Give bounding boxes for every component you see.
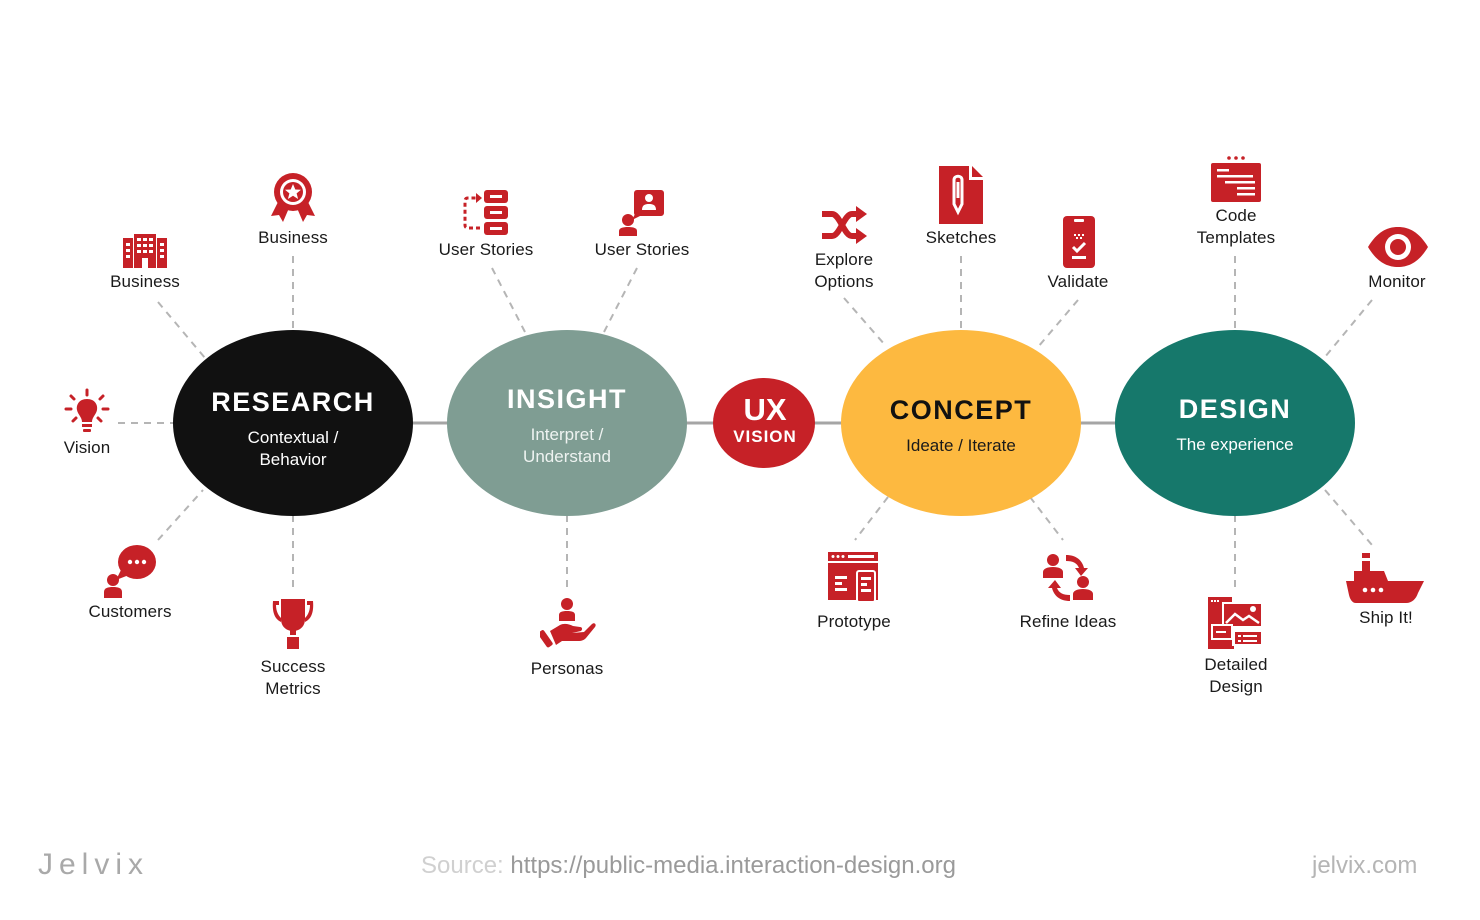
ux-title: UX <box>743 392 787 427</box>
research-title: RESEARCH <box>211 387 375 417</box>
award-ribbon-icon <box>271 173 315 222</box>
layout-image-icon <box>1208 597 1263 649</box>
insight-title: INSIGHT <box>506 384 628 414</box>
node-label: Success Metrics <box>260 657 326 698</box>
users-cycle-icon <box>1043 554 1093 601</box>
jelvix-logo: Jelvix <box>38 848 150 881</box>
spoke-design-ship <box>1324 489 1373 546</box>
connector-layer <box>118 256 1373 592</box>
node-label: User Stories <box>438 240 534 259</box>
node-label: Personas <box>530 659 604 678</box>
hand-user-icon <box>540 598 596 648</box>
browser-layout-icon <box>828 552 878 602</box>
node-label: Sketches <box>925 228 997 247</box>
spoke-concept-explore <box>843 297 886 346</box>
node-label: Vision <box>63 438 111 457</box>
node-label: Ship It! <box>1359 608 1413 627</box>
code-window-icon <box>1211 156 1261 202</box>
source-url[interactable]: https://public-media.interaction-design.… <box>510 852 956 879</box>
node-label: Business <box>258 228 328 247</box>
spoke-concept-refine <box>1029 496 1064 541</box>
spoke-research-business-left <box>157 301 206 359</box>
spoke-research-customers <box>157 489 204 541</box>
building-icon <box>123 234 167 268</box>
source-line: Source: https://public-media.interaction… <box>421 852 956 880</box>
node-label: Customers <box>88 602 172 621</box>
node-label: Code Templates <box>1196 206 1276 247</box>
eye-icon <box>1368 227 1428 267</box>
node-label: User Stories <box>594 240 690 259</box>
clipboard-check-icon <box>1063 216 1095 268</box>
chat-user-icon <box>104 545 156 598</box>
spoke-insight-stories-right <box>603 267 638 333</box>
site-link[interactable]: jelvix.com <box>1312 852 1417 880</box>
spoke-concept-prototype <box>854 496 889 541</box>
research-subtitle: Contextual / Behavior <box>247 428 339 469</box>
node-label: Refine Ideas <box>1019 612 1117 631</box>
node-label: Monitor <box>1368 272 1426 291</box>
flow-steps-icon <box>463 190 508 235</box>
spoke-concept-validate <box>1037 299 1079 348</box>
lightbulb-icon <box>64 388 110 432</box>
node-label: Detailed Design <box>1204 655 1268 696</box>
pencil-document-icon <box>939 166 983 224</box>
shuffle-icon <box>822 206 867 244</box>
insight-ellipse <box>447 330 687 516</box>
source-label: Source: <box>421 852 504 879</box>
node-label: Validate <box>1047 272 1109 291</box>
concept-subtitle: Ideate / Iterate <box>906 436 1016 455</box>
spoke-insight-stories-left <box>491 267 526 333</box>
node-label: Prototype <box>817 612 891 631</box>
concept-title: CONCEPT <box>889 395 1033 425</box>
design-subtitle: The experience <box>1176 435 1294 454</box>
ux-subtitle: VISION <box>733 427 797 446</box>
ship-icon <box>1346 553 1424 603</box>
user-speech-icon <box>619 190 664 236</box>
ux-process-diagram: RESEARCH Contextual / Behavior INSIGHT I… <box>0 0 1480 920</box>
node-label: Explore Options <box>814 250 874 291</box>
research-ellipse <box>173 330 413 516</box>
spoke-design-monitor <box>1324 299 1373 358</box>
insight-subtitle: Interpret / Understand <box>523 425 611 466</box>
design-title: DESIGN <box>1178 394 1292 424</box>
node-label: Business <box>110 272 180 291</box>
trophy-icon <box>272 599 314 649</box>
